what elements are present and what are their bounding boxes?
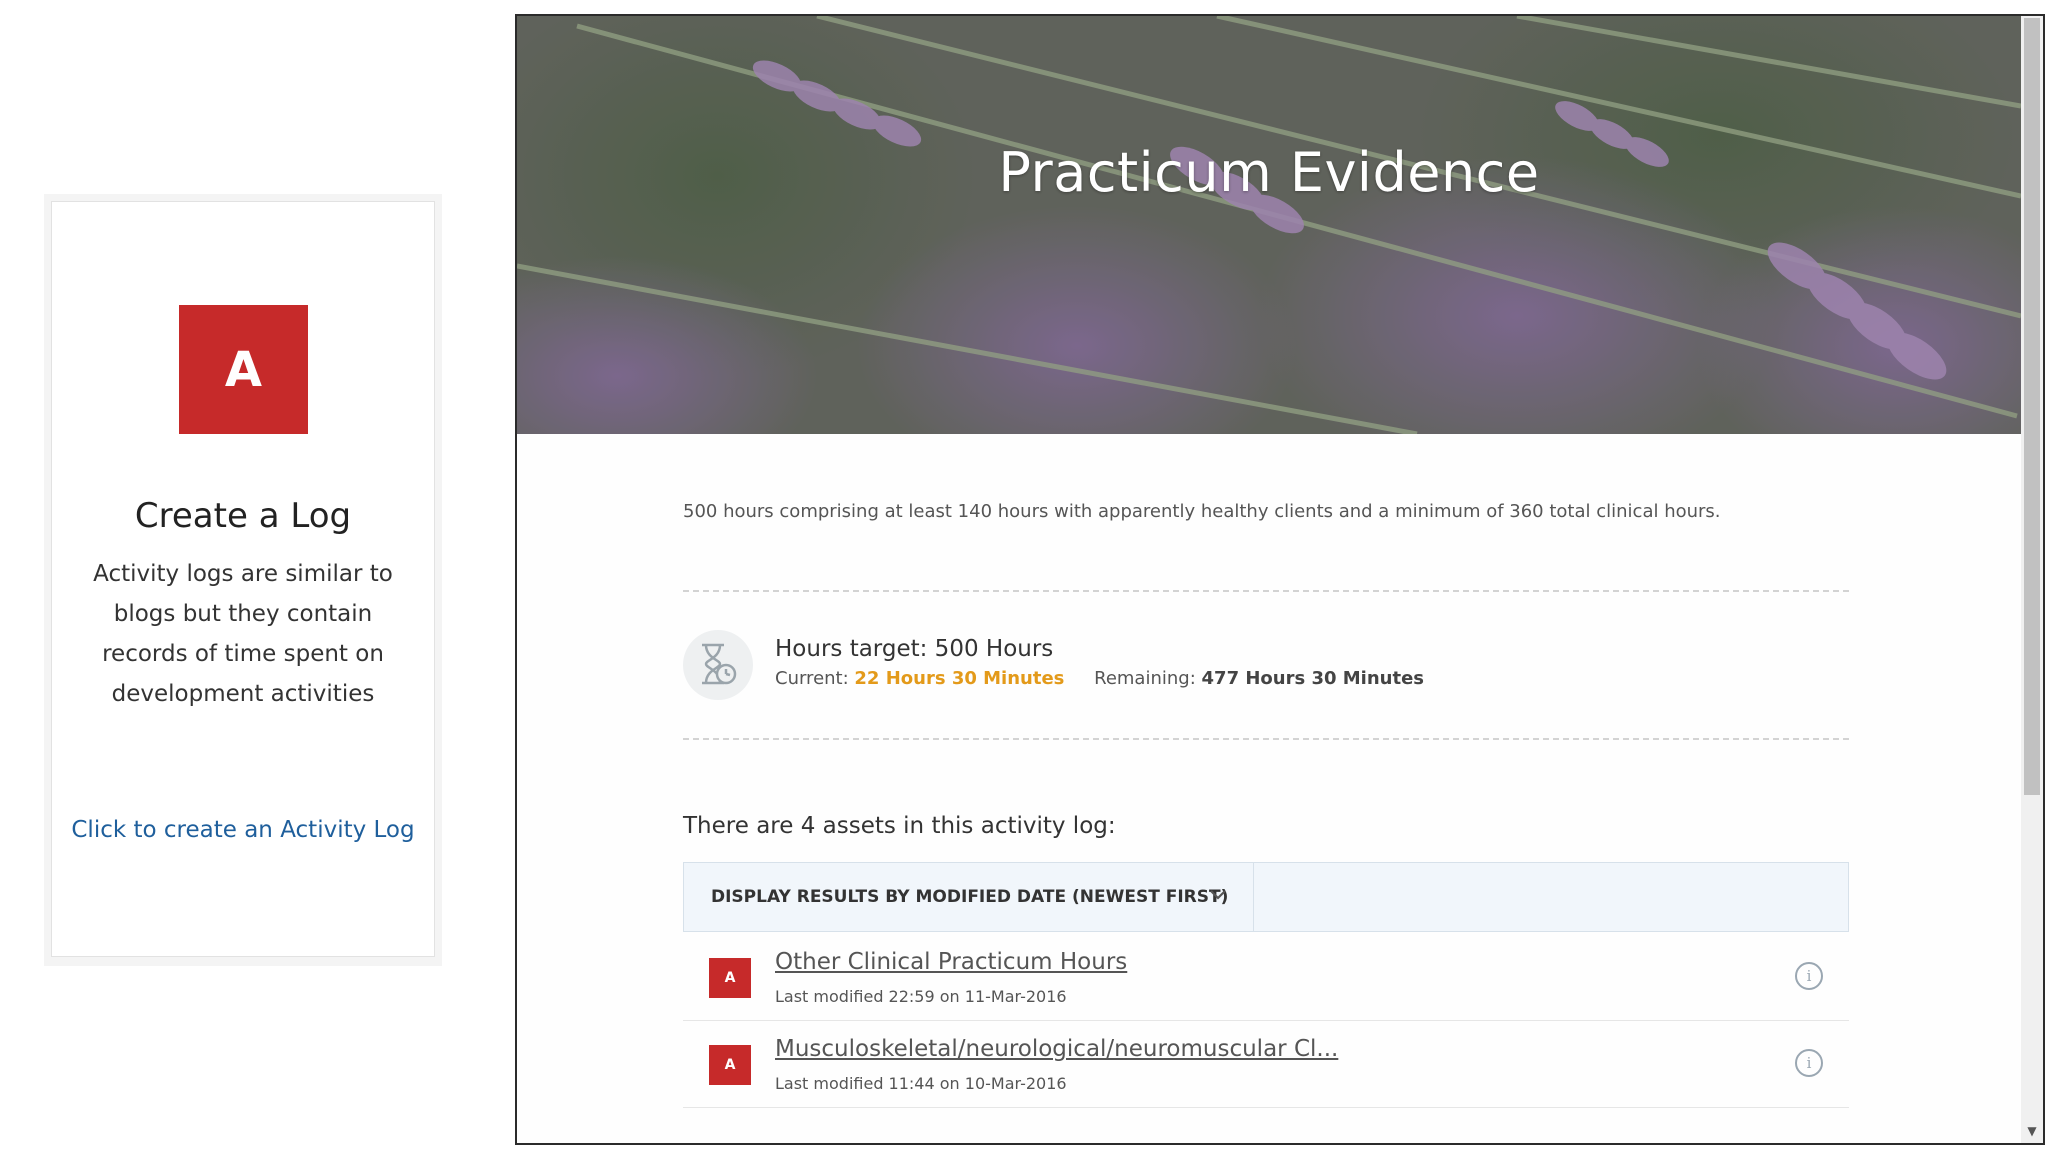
sort-label: DISPLAY RESULTS BY MODIFIED DATE (NEWEST… bbox=[711, 887, 1229, 907]
hourglass-clock-icon bbox=[683, 630, 753, 700]
assets-count-text: There are 4 assets in this activity log: bbox=[683, 813, 1116, 839]
remaining-hours-value: 477 Hours 30 Minutes bbox=[1201, 668, 1425, 689]
practicum-description: 500 hours comprising at least 140 hours … bbox=[683, 501, 1721, 522]
create-activity-log-link[interactable]: Click to create an Activity Log bbox=[52, 817, 434, 843]
scroll-down-arrow-icon[interactable]: ▼ bbox=[2024, 1123, 2040, 1139]
sort-dropdown[interactable]: DISPLAY RESULTS BY MODIFIED DATE (NEWEST… bbox=[684, 863, 1254, 931]
divider-top bbox=[683, 590, 1849, 592]
hours-target: Hours target: 500 Hours bbox=[775, 636, 1054, 662]
asset-row[interactable]: A Other Clinical Practicum Hours Last mo… bbox=[683, 934, 1849, 1021]
asset-modified-date: Last modified 11:44 on 10-Mar-2016 bbox=[775, 1074, 1067, 1093]
create-log-title: Create a Log bbox=[134, 496, 352, 536]
lavender-background-image bbox=[517, 16, 2021, 434]
hero-banner: Practicum Evidence bbox=[517, 16, 2021, 434]
asset-row[interactable]: A Musculoskeletal/neurological/neuromusc… bbox=[683, 1021, 1849, 1108]
current-label: Current: bbox=[775, 668, 849, 689]
create-log-card[interactable]: A Create a Log Activity logs are similar… bbox=[51, 201, 435, 957]
remaining-label: Remaining: bbox=[1094, 668, 1196, 689]
activity-log-asset-icon: A bbox=[709, 1045, 751, 1085]
scrollbar[interactable]: ▼ bbox=[2021, 16, 2043, 1143]
scrollbar-thumb[interactable] bbox=[2024, 18, 2040, 795]
hours-progress-line: Current: 22 Hours 30 Minutes Remaining: … bbox=[775, 668, 1424, 689]
create-log-description: Activity logs are similar to blogs but t… bbox=[93, 561, 393, 707]
page-title: Practicum Evidence bbox=[998, 141, 1540, 204]
info-icon[interactable]: i bbox=[1795, 1049, 1823, 1077]
asset-modified-date: Last modified 22:59 on 11-Mar-2016 bbox=[775, 987, 1067, 1006]
current-hours-value: 22 Hours 30 Minutes bbox=[854, 668, 1065, 689]
info-icon[interactable]: i bbox=[1795, 962, 1823, 990]
sort-bar: DISPLAY RESULTS BY MODIFIED DATE (NEWEST… bbox=[683, 862, 1849, 932]
chevron-down-icon bbox=[1209, 883, 1227, 911]
activity-log-asset-icon: A bbox=[709, 958, 751, 998]
asset-title-link[interactable]: Other Clinical Practicum Hours bbox=[775, 949, 1127, 975]
practicum-evidence-panel: Practicum Evidence ▼ 500 hours comprisin… bbox=[515, 14, 2045, 1145]
divider-bottom bbox=[683, 738, 1849, 740]
asset-title-link[interactable]: Musculoskeletal/neurological/neuromuscul… bbox=[775, 1036, 1338, 1062]
activity-log-icon: A bbox=[179, 305, 308, 434]
